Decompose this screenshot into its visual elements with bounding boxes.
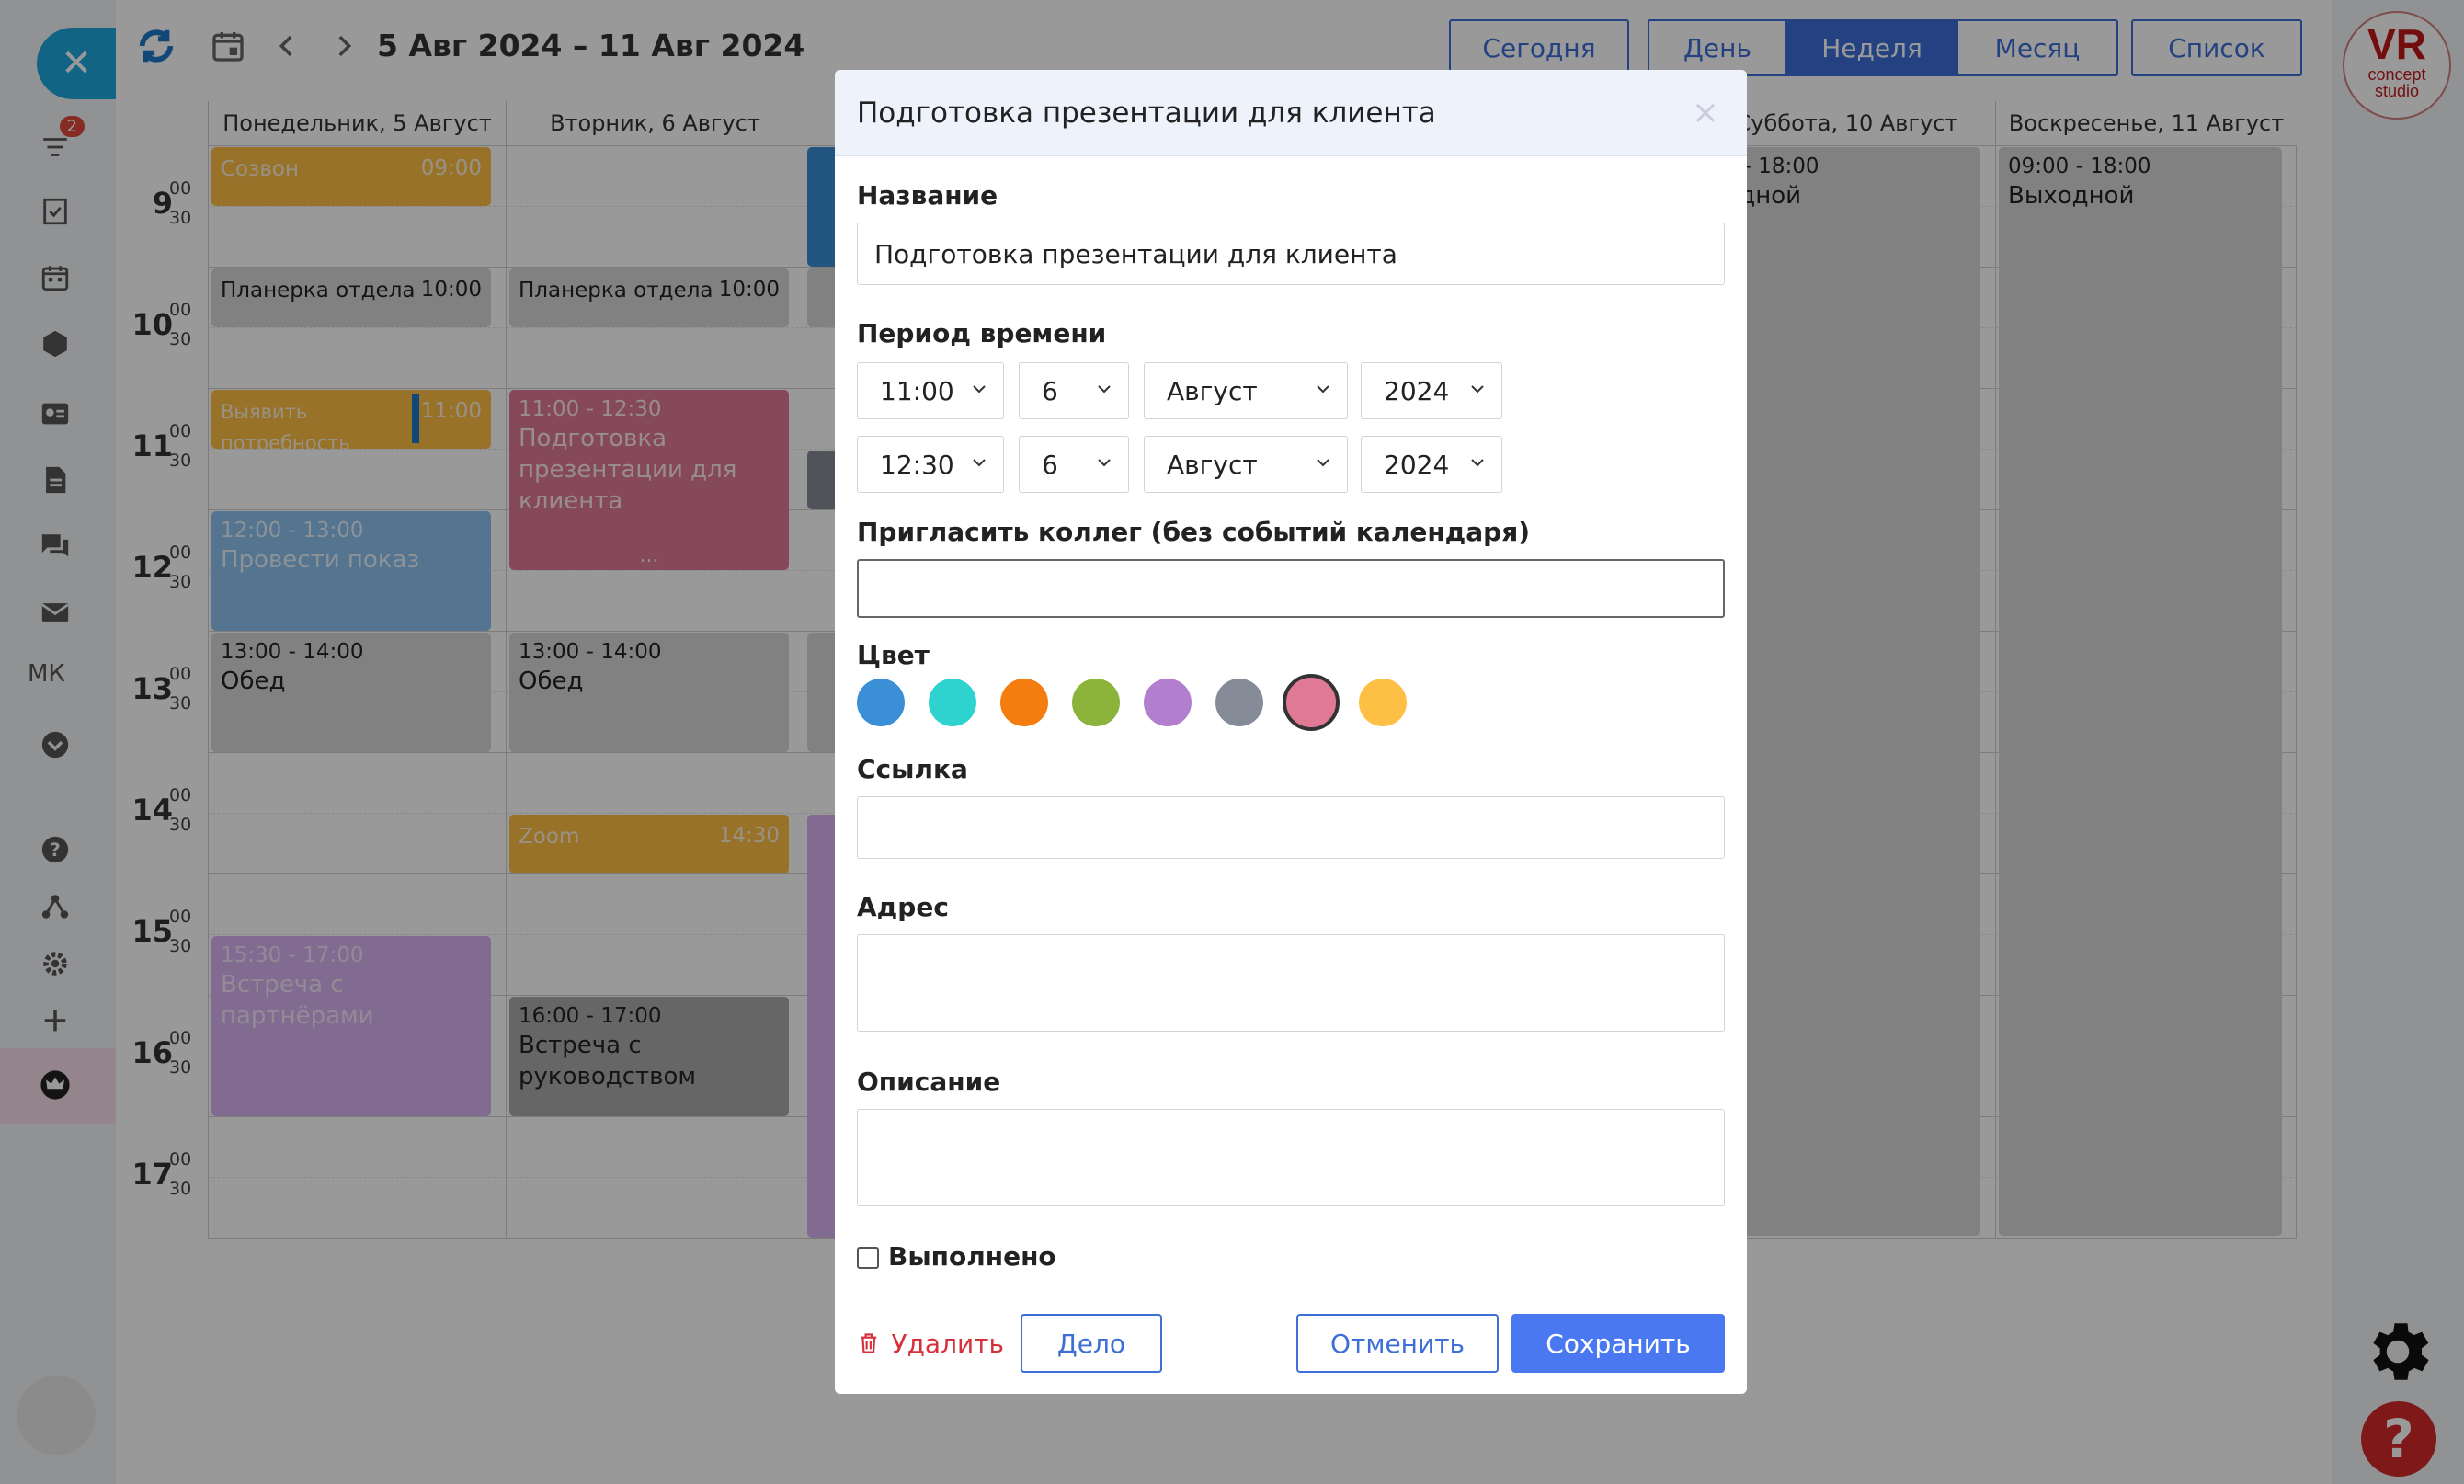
done-checkbox[interactable] — [857, 1247, 879, 1269]
cancel-button[interactable]: Отменить — [1296, 1314, 1499, 1373]
chevron-down-icon — [1317, 459, 1329, 467]
invite-label: Пригласить коллег (без событий календаря… — [857, 517, 1530, 547]
dialog-title: Подготовка презентации для клиента — [857, 96, 1436, 130]
end-year-select[interactable]: 2024 — [1361, 436, 1502, 493]
end-day-select[interactable]: 6 — [1019, 436, 1129, 493]
name-input[interactable]: Подготовка презентации для клиента — [857, 223, 1725, 285]
color-label: Цвет — [857, 640, 930, 670]
period-label: Период времени — [857, 318, 1107, 348]
color-swatch-orange[interactable] — [1000, 679, 1048, 726]
chevron-down-icon — [1471, 459, 1484, 467]
end-month-select[interactable]: Август — [1144, 436, 1348, 493]
chevron-down-icon — [1471, 385, 1484, 394]
description-label: Описание — [857, 1067, 1001, 1097]
task-button[interactable]: Дело — [1021, 1314, 1162, 1373]
invite-input[interactable] — [857, 559, 1725, 618]
color-swatch-pink[interactable] — [1283, 674, 1340, 731]
color-swatch-gray[interactable] — [1215, 679, 1263, 726]
address-input[interactable] — [857, 934, 1725, 1032]
color-swatch-blue[interactable] — [857, 679, 905, 726]
delete-button[interactable]: Удалить — [857, 1314, 1004, 1373]
dialog-header: Подготовка презентации для клиента × — [835, 70, 1747, 156]
start-day-select[interactable]: 6 — [1019, 362, 1129, 419]
description-input[interactable] — [857, 1109, 1725, 1206]
name-label: Название — [857, 180, 998, 211]
start-time-select[interactable]: 11:00 — [857, 362, 1004, 419]
close-icon[interactable]: × — [1692, 94, 1719, 131]
link-label: Ссылка — [857, 754, 968, 784]
address-label: Адрес — [857, 892, 949, 922]
chevron-down-icon — [1098, 385, 1111, 394]
color-swatch-yellow[interactable] — [1359, 679, 1407, 726]
save-button[interactable]: Сохранить — [1511, 1314, 1725, 1373]
chevron-down-icon — [973, 385, 986, 394]
color-swatch-purple[interactable] — [1144, 679, 1192, 726]
start-month-select[interactable]: Август — [1144, 362, 1348, 419]
end-time-select[interactable]: 12:30 — [857, 436, 1004, 493]
color-swatch-cyan[interactable] — [929, 679, 976, 726]
link-input[interactable] — [857, 796, 1725, 859]
event-edit-dialog: Подготовка презентации для клиента × Наз… — [835, 70, 1747, 1394]
chevron-down-icon — [973, 459, 986, 467]
done-label: Выполнено — [888, 1241, 1056, 1272]
color-swatch-green[interactable] — [1072, 679, 1120, 726]
start-year-select[interactable]: 2024 — [1361, 362, 1502, 419]
trash-icon — [861, 1333, 877, 1353]
chevron-down-icon — [1098, 459, 1111, 467]
chevron-down-icon — [1317, 385, 1329, 394]
